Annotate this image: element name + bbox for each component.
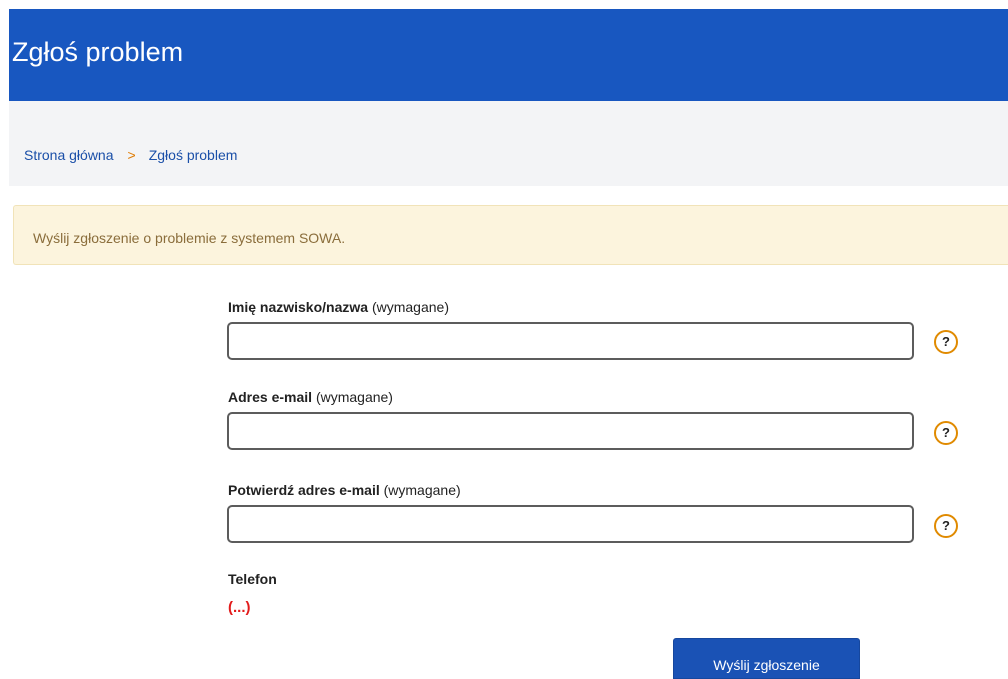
email-required-note: (wymagane) bbox=[315, 389, 393, 405]
breadcrumb: Strona główna > Zgłoś problem bbox=[24, 146, 237, 164]
truncated-content-indicator: (...) bbox=[228, 599, 251, 616]
phone-field-label: Telefon bbox=[228, 570, 277, 588]
name-input[interactable] bbox=[227, 322, 914, 360]
question-circle-icon[interactable]: ? bbox=[934, 514, 958, 538]
question-circle-icon[interactable]: ? bbox=[934, 330, 958, 354]
question-circle-icon[interactable]: ? bbox=[934, 421, 958, 445]
email-input[interactable] bbox=[227, 412, 914, 450]
breadcrumb-current[interactable]: Zgłoś problem bbox=[149, 147, 238, 163]
name-label-text: Imię nazwisko/nazwa bbox=[228, 299, 369, 315]
submit-button[interactable]: Wyślij zgłoszenie bbox=[673, 638, 860, 679]
email-label-text: Adres e-mail bbox=[228, 389, 313, 405]
page: Zgłoś problem Strona główna > Zgłoś proble… bbox=[0, 0, 1008, 679]
phone-label-text: Telefon bbox=[228, 571, 277, 587]
breadcrumb-bar: Strona główna > Zgłoś problem bbox=[9, 101, 1008, 186]
page-title: Zgłoś problem bbox=[12, 37, 184, 67]
name-required-note: (wymagane) bbox=[371, 299, 449, 315]
email-confirm-input[interactable] bbox=[227, 505, 914, 543]
notice-text: Wyślij zgłoszenie o problemie z systemem… bbox=[33, 230, 346, 246]
info-notice: Wyślij zgłoszenie o problemie z systemem… bbox=[13, 205, 1008, 265]
email-field-label: Adres e-mail (wymagane) bbox=[228, 388, 393, 406]
email-confirm-field-label: Potwierdź adres e-mail (wymagane) bbox=[228, 481, 461, 499]
email-confirm-required-note: (wymagane) bbox=[383, 482, 461, 498]
email-confirm-label-text: Potwierdź adres e-mail bbox=[228, 482, 380, 498]
breadcrumb-home-link[interactable]: Strona główna bbox=[24, 147, 114, 163]
page-header: Zgłoś problem bbox=[9, 9, 1008, 101]
name-field-label: Imię nazwisko/nazwa (wymagane) bbox=[228, 298, 449, 316]
breadcrumb-separator: > bbox=[127, 147, 136, 163]
